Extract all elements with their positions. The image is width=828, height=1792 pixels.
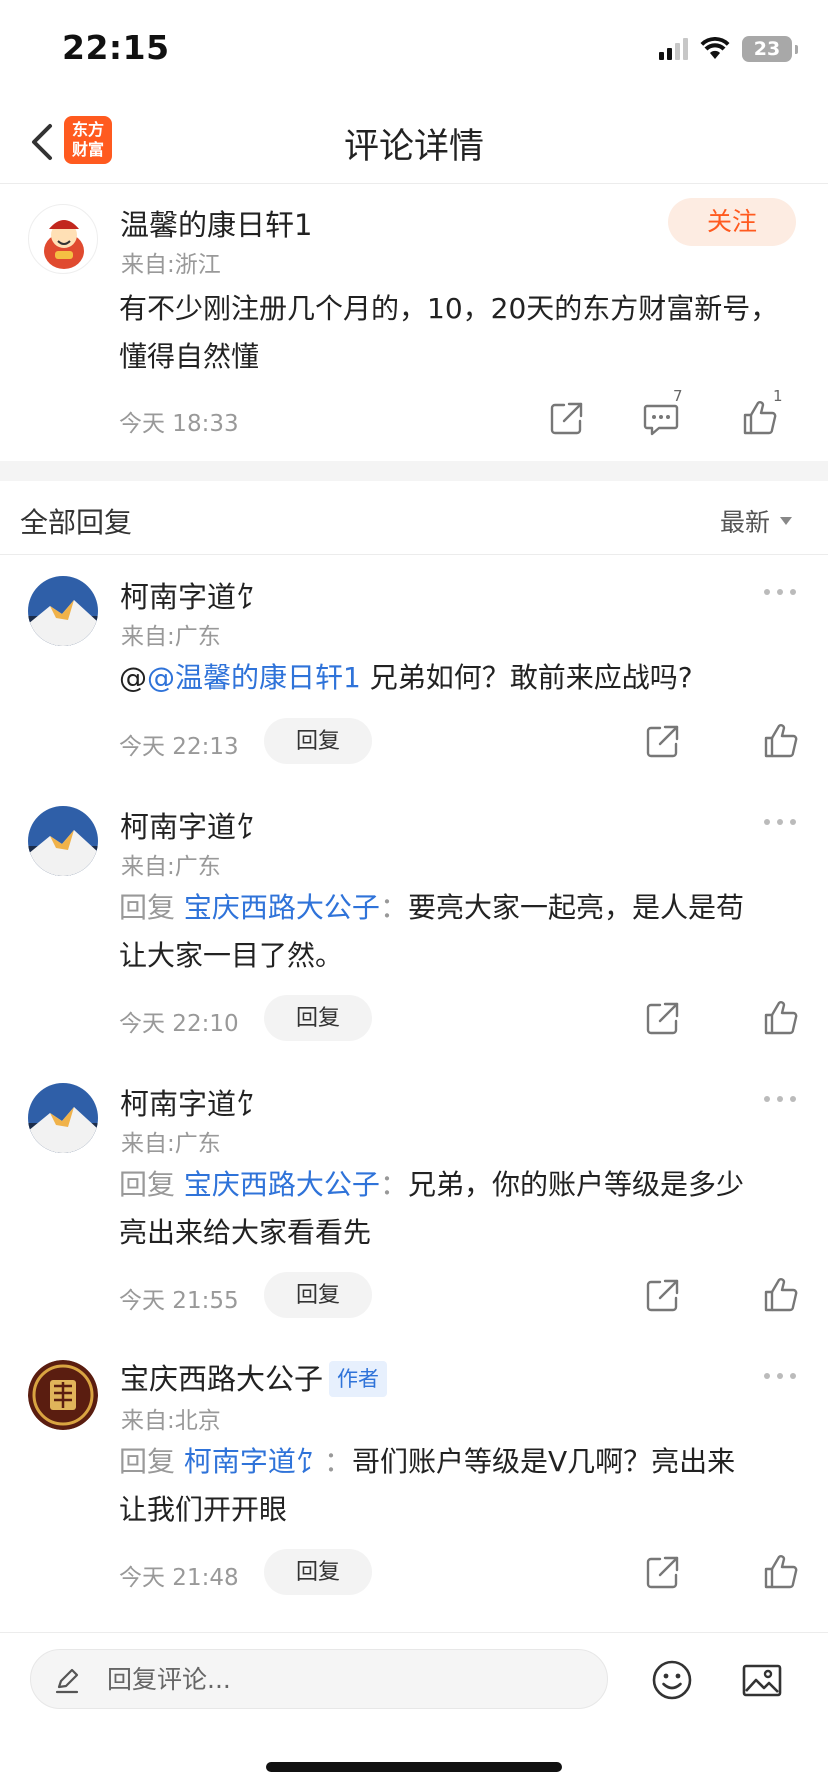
reply-body-line1: 哥们账户等级是Ⅴ几啊？亮出来: [351, 1445, 736, 1478]
reply-input-wrapper[interactable]: [30, 1649, 608, 1709]
reply-text-line1: 回复 宝庆西路大公子：兄弟，你的账户等级是多少: [119, 1161, 809, 1209]
reply-item: 柯南字道饣 来自:广东 回复 宝庆西路大公子：兄弟，你的账户等级是多少 亮出来给…: [0, 1063, 828, 1318]
image-icon[interactable]: [741, 1659, 783, 1701]
main-comment: 温馨的康日轩1 来自:浙江 关注 有不少刚注册几个月的，10，20天的东方财富新…: [0, 185, 828, 461]
home-indicator: [266, 1762, 562, 1772]
reply-time: 今天 21:48: [119, 1565, 239, 1591]
emoji-icon[interactable]: [651, 1659, 693, 1701]
comment-text-line1: 有不少刚注册几个月的，10，20天的东方财富新号，: [119, 292, 779, 325]
section-divider: [0, 461, 828, 481]
reply-item: 柯南字道饣 来自:广东 @@温馨的康日轩1 兄弟如何？敢前来应战吗? 今天 22…: [0, 556, 828, 764]
location-label: 来自:广东: [121, 1131, 221, 1157]
mention-link[interactable]: 宝庆西路大公子: [184, 891, 380, 924]
location-label: 来自:广东: [121, 854, 221, 880]
wifi-icon: [700, 37, 730, 59]
username[interactable]: 宝庆西路大公子: [120, 1362, 323, 1396]
share-icon[interactable]: [643, 1552, 683, 1592]
reply-body-line2: 让我们开开眼: [119, 1493, 288, 1526]
reply-word: 回复: [119, 1445, 176, 1478]
section-title: 全部回复: [20, 506, 133, 539]
reply-input[interactable]: [107, 1650, 587, 1708]
caret-down-icon: [780, 517, 792, 525]
share-icon[interactable]: [643, 1275, 683, 1315]
reply-body-line1: 要亮大家一起亮，是人是苟: [407, 891, 744, 924]
colon: ：: [379, 891, 408, 924]
status-bar: 22:15 23: [0, 0, 828, 100]
pencil-icon: [55, 1668, 79, 1694]
thumbs-up-icon[interactable]: [761, 1275, 801, 1315]
thumbs-up-icon[interactable]: [761, 998, 801, 1038]
comment-text-line2: 懂得自然懂: [119, 340, 260, 373]
reply-text: 回复 柯南字道饣：哥们账户等级是Ⅴ几啊？亮出来 让我们开开眼: [119, 1438, 809, 1534]
reply-text: @@温馨的康日轩1 兄弟如何？敢前来应战吗?: [119, 654, 809, 702]
reply-body: 兄弟如何？敢前来应战吗?: [360, 661, 693, 694]
follow-button[interactable]: 关注: [668, 198, 796, 246]
username[interactable]: 柯南字道饣: [120, 1081, 265, 1123]
reply-time: 今天 21:55: [119, 1288, 239, 1314]
author-badge: 作者: [329, 1361, 388, 1397]
share-icon[interactable]: [643, 998, 683, 1038]
nav-bar: 东方 财富 评论详情: [0, 100, 828, 184]
battery-icon: 23: [742, 36, 798, 62]
reply-text-line1: 回复 宝庆西路大公子：要亮大家一起亮，是人是苟: [119, 884, 809, 932]
more-options-icon[interactable]: [762, 1370, 798, 1382]
reply-button[interactable]: 回复: [264, 718, 372, 764]
avatar[interactable]: [28, 1083, 98, 1153]
reply-time: 今天 22:13: [119, 734, 239, 760]
reply-text: 回复 宝庆西路大公子：要亮大家一起亮，是人是苟 让大家一目了然。: [119, 884, 809, 980]
more-options-icon[interactable]: [762, 1093, 798, 1105]
sort-dropdown[interactable]: 最新: [720, 503, 792, 539]
reply-body-line2: 让大家一目了然。: [119, 939, 344, 972]
mention-prefix: @: [119, 661, 147, 694]
comment-time: 今天 18:33: [119, 411, 239, 437]
mention-link[interactable]: 柯南字道饣: [184, 1445, 324, 1478]
reply-body-line2: 亮出来给大家看看先: [119, 1216, 372, 1249]
like-count: 1: [773, 387, 783, 405]
reply-text-line1: 回复 柯南字道饣：哥们账户等级是Ⅴ几啊？亮出来: [119, 1438, 809, 1486]
reply-button[interactable]: 回复: [264, 995, 372, 1041]
username[interactable]: 柯南字道饣: [120, 804, 265, 846]
comment-text: 有不少刚注册几个月的，10，20天的东方财富新号， 懂得自然懂: [119, 285, 809, 381]
reply-item: 柯南字道饣 来自:广东 回复 宝庆西路大公子：要亮大家一起亮，是人是苟 让大家一…: [0, 786, 828, 1041]
page-title: 评论详情: [343, 127, 484, 167]
reply-body-line1: 兄弟，你的账户等级是多少: [407, 1168, 744, 1201]
colon: ：: [323, 1445, 352, 1478]
mention-link[interactable]: @温馨的康日轩1: [147, 661, 361, 694]
status-time: 22:15: [62, 28, 170, 67]
thumbs-up-icon[interactable]: [761, 1552, 801, 1592]
status-icons: 23: [659, 34, 798, 64]
reply-button[interactable]: 回复: [264, 1272, 372, 1318]
reply-item: 宝庆西路大公子 作者 来自:北京 回复 柯南字道饣：哥们账户等级是Ⅴ几啊？亮出来 …: [0, 1340, 828, 1600]
sort-label: 最新: [719, 508, 770, 537]
share-icon[interactable]: [547, 398, 587, 438]
reply-text: 回复 宝庆西路大公子：兄弟，你的账户等级是多少 亮出来给大家看看先: [119, 1161, 809, 1257]
mention-link[interactable]: 宝庆西路大公子: [184, 1168, 380, 1201]
avatar[interactable]: [28, 1360, 98, 1430]
thumbs-up-icon[interactable]: [761, 721, 801, 761]
location-label: 来自:北京: [121, 1408, 221, 1434]
signal-icon: [659, 38, 688, 60]
colon: ：: [379, 1168, 408, 1201]
reply-time: 今天 22:10: [119, 1011, 239, 1037]
replies-header: 全部回复 最新: [0, 481, 828, 555]
reply-word: 回复: [119, 1168, 176, 1201]
more-options-icon[interactable]: [762, 816, 798, 828]
avatar[interactable]: [28, 576, 98, 646]
username-row: 宝庆西路大公子 作者: [120, 1356, 388, 1398]
avatar[interactable]: [28, 806, 98, 876]
more-options-icon[interactable]: [762, 586, 798, 598]
reply-button[interactable]: 回复: [264, 1549, 372, 1595]
username[interactable]: 柯南字道饣: [120, 574, 265, 616]
reply-word: 回复: [119, 891, 176, 924]
share-icon[interactable]: [643, 721, 683, 761]
username[interactable]: 温馨的康日轩1: [120, 202, 312, 244]
location-label: 来自:浙江: [121, 252, 221, 278]
comment-count: 7: [673, 387, 683, 405]
location-label: 来自:广东: [121, 624, 221, 650]
avatar[interactable]: [28, 204, 98, 274]
